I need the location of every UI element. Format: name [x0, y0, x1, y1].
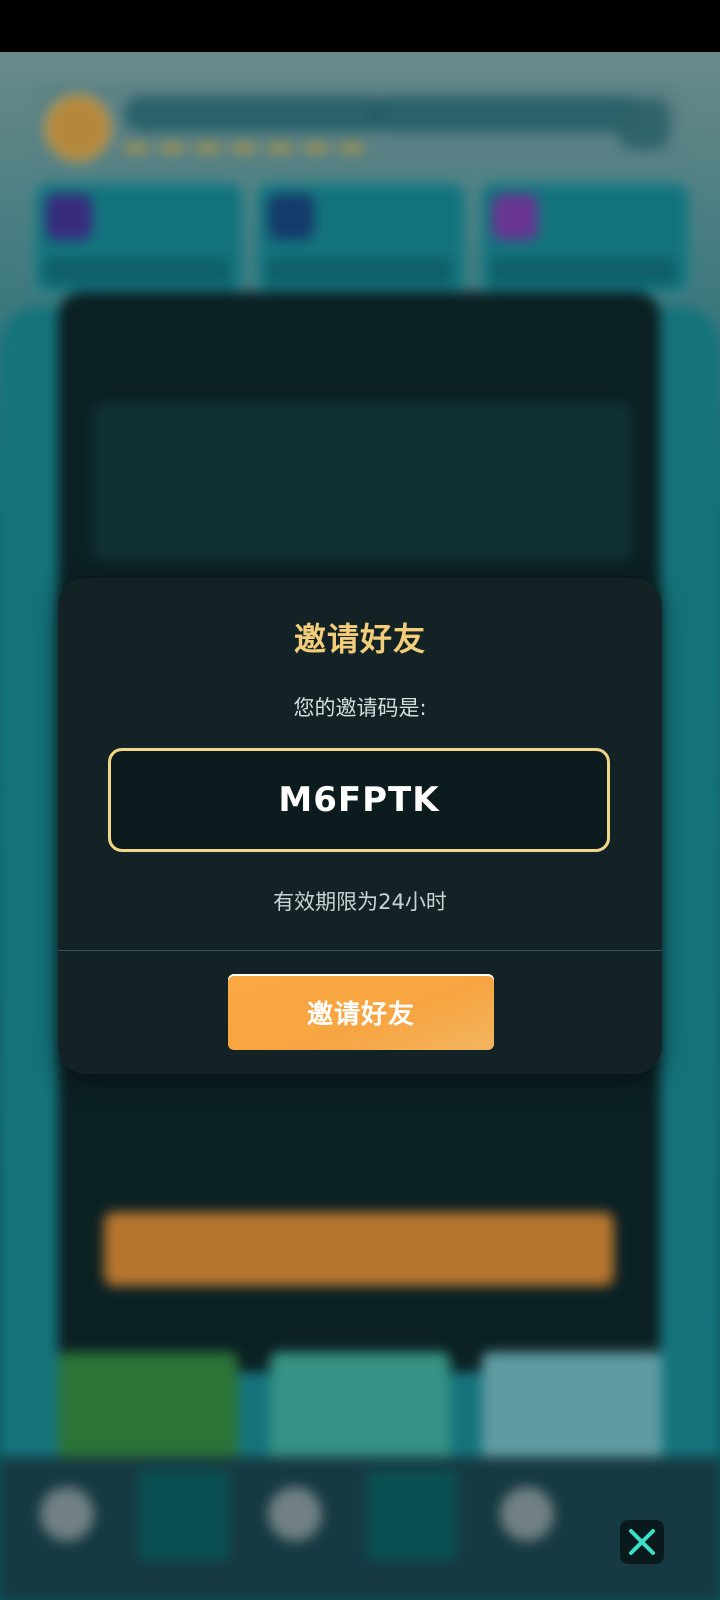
expiry-note: 有效期限为24小时: [273, 890, 447, 914]
invite-code-box[interactable]: M6FPTK: [108, 748, 610, 852]
dialog-divider: [58, 950, 662, 951]
close-icon: [629, 1529, 655, 1555]
dialog-title: 邀请好友: [293, 620, 426, 658]
invite-code-label: 您的邀请码是:: [293, 696, 427, 720]
invite-friends-button[interactable]: 邀请好友: [228, 974, 494, 1050]
invite-code-value[interactable]: M6FPTK: [111, 751, 607, 849]
invite-dialog: 邀请好友 您的邀请码是: M6FPTK 有效期限为24小时 邀请好友: [58, 578, 662, 1074]
status-bar: [0, 0, 720, 52]
close-button[interactable]: [620, 1520, 664, 1564]
